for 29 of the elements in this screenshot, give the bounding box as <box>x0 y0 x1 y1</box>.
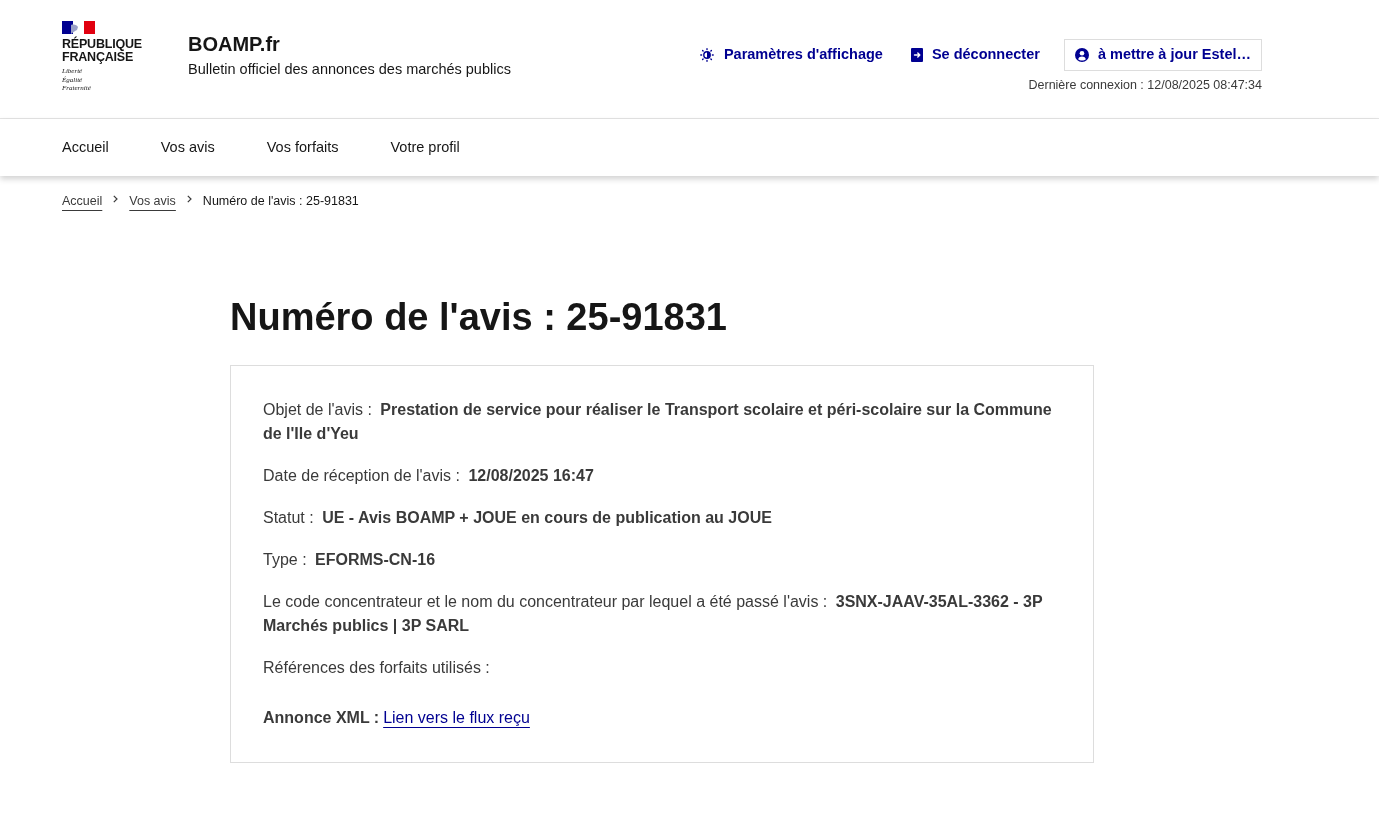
account-button[interactable]: à mettre à jour Estel… <box>1063 39 1262 71</box>
logo-text: RÉPUBLIQUE FRANÇAISE <box>62 38 142 64</box>
detail-text: Statut : UE - Avis BOAMP + JOUE en cours de publication au JOUE <box>263 508 773 528</box>
display-settings-link[interactable]: Paramètres d'affichage <box>693 39 889 71</box>
xml-label: Annonce XML : <box>263 708 380 728</box>
chevron-icon <box>113 195 119 203</box>
detail-text: Objet de l'avis : Prestation de service pour réaliser le Transport scolaire et péri-scolaire sur la Commune de l'Ile d'Yeu <box>263 400 1053 444</box>
logout-link[interactable]: Se déconnecter <box>904 39 1046 71</box>
site-title: BOAMP.fr <box>188 32 281 57</box>
breadcrumb-link[interactable]: Vos avis <box>129 191 176 211</box>
user-circle-icon <box>1074 48 1089 62</box>
detail-text: Références des forfaits utilisés : <box>263 658 491 678</box>
nav-link[interactable]: Vos forfaits <box>266 136 339 159</box>
nav-link[interactable]: Vos avis <box>160 136 215 159</box>
site-subtitle: Bulletin officiel des annonces des marchés publics <box>188 60 511 79</box>
xml-link[interactable]: Lien vers le flux reçu <box>383 706 530 730</box>
flag-icon <box>62 21 95 34</box>
chevron-icon <box>186 195 192 203</box>
nav-link[interactable]: Accueil <box>62 136 109 159</box>
detail-text: Type : EFORMS-CN-16 <box>263 550 437 570</box>
logout-icon <box>910 48 923 62</box>
detail-text: Le code concentrateur et le nom du concentrateur par lequel a été passé l'avis : 3SNX-JAAV-35AL-3362 - 3P Marchés publics | 3P SARL <box>263 592 1044 636</box>
last-login-text: Dernière connexion : 12/08/2025 08:47:34 <box>1028 77 1262 93</box>
nav-link[interactable]: Votre profil <box>390 136 460 159</box>
page-title: Numéro de l'avis : 25-91831 <box>230 295 728 340</box>
detail-text: Date de réception de l'avis : 12/08/2025 16:47 <box>263 466 595 486</box>
breadcrumb-link[interactable]: Accueil <box>62 191 103 211</box>
sun-icon <box>699 48 714 62</box>
breadcrumb-current: Numéro de l'avis : 25-91831 <box>202 193 359 210</box>
